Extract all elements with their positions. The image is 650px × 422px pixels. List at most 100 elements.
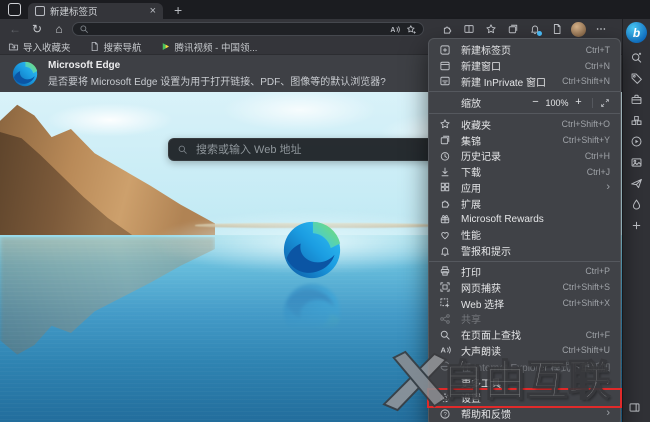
sidebar-toggle-button[interactable] [628,401,641,414]
tab-close-button[interactable]: × [147,6,159,17]
sidebar-send-button[interactable] [626,176,648,190]
bookmark-import-favorites[interactable]: 导入收藏夹 [8,40,71,54]
search-icon [177,144,188,155]
back-button[interactable]: ← [4,20,26,38]
capture-icon [439,281,453,293]
ellipsis-icon [595,23,607,35]
favorites-button[interactable] [480,20,501,38]
new-window-icon [439,60,453,72]
shortcut-label: Ctrl+P [585,266,610,276]
split-screen-button[interactable] [458,20,479,38]
search-icon [79,24,89,34]
sidebar-search-button[interactable] [626,50,648,64]
bookmark-label: 导入收藏夹 [23,40,71,54]
shortcut-label: Ctrl+N [585,61,610,71]
active-tab[interactable]: 新建标签页 × [28,3,163,19]
paper-plane-icon [630,177,643,190]
shortcut-label: Ctrl+Shift+Y [563,135,610,145]
menu-item-performance[interactable]: 性能 [429,227,620,243]
home-button[interactable]: ⌂ [48,20,70,38]
menu-item-ie-mode[interactable]: 在 Internet Explorer 模式下重新加载 [429,358,620,374]
shortcut-label: Ctrl+Shift+X [563,298,610,308]
menu-item-help-feedback[interactable]: ?帮助和反馈› [429,406,620,422]
more-menu: 新建标签页Ctrl+T新建窗口Ctrl+N新建 InPrivate 窗口Ctrl… [428,38,621,422]
bing-button[interactable]: b [626,22,647,43]
menu-item-apps[interactable]: 应用› [429,180,620,196]
collections-icon [507,23,519,35]
bookmark-tencent-video[interactable]: 腾讯视频 - 中国领... [160,40,258,54]
select-icon [439,297,453,309]
alerts-button[interactable] [524,20,545,38]
sidebar-media-button[interactable] [626,134,648,148]
shortcut-label: Ctrl+Shift+S [563,282,610,292]
add-favorite-icon[interactable] [406,24,417,35]
menu-item-find[interactable]: 在页面上查找Ctrl+F [429,327,620,343]
sidebar-designer-button[interactable] [626,197,648,211]
bookmark-label: 腾讯视频 - 中国领... [175,40,258,54]
browser-window: 新建标签页 × + ← ↻ ⌂ A 导入收藏夹 搜索导航 腾讯视频 - 中国领...… [0,0,650,422]
address-input[interactable] [89,23,389,35]
menu-item-read-aloud[interactable]: A大声朗读Ctrl+Shift+U [429,343,620,359]
read-aloud-icon[interactable]: A [389,24,400,35]
bookmark-search-nav[interactable]: 搜索导航 [89,40,142,54]
refresh-button[interactable]: ↻ [26,20,48,38]
zoom-out-button[interactable]: − [529,97,542,108]
zoom-level: 100% [544,98,570,108]
menu-item-new-inprivate[interactable]: 新建 InPrivate 窗口Ctrl+Shift+N [429,74,620,90]
tab-bar: 新建标签页 × + [0,0,650,19]
svg-text:A: A [390,26,395,33]
edge-sidebar: b [622,19,650,422]
gift-icon [439,213,453,225]
menu-item-downloads[interactable]: 下载Ctrl+J [429,164,620,180]
menu-item-more-tools[interactable]: 更多工具› [429,374,620,390]
menu-item-alerts-tips[interactable]: 警报和提示 [429,243,620,259]
briefcase-icon [630,93,643,106]
sidebar-photos-button[interactable] [626,155,648,169]
read-aloud-icon: A [439,344,453,356]
avatar [571,22,586,37]
notification-badge-icon [537,31,542,36]
bookmark-label: 搜索导航 [104,40,142,54]
ntp-search-box[interactable] [168,138,454,161]
tab-actions-button[interactable] [8,3,21,16]
menu-item-web-capture[interactable]: 网页捕获Ctrl+Shift+S [429,279,620,295]
menu-item-new-window[interactable]: 新建窗口Ctrl+N [429,58,620,74]
address-bar[interactable]: A [72,22,424,36]
history-icon [439,150,453,162]
share-icon [439,313,453,325]
menu-item-new-tab[interactable]: 新建标签页Ctrl+T [429,42,620,58]
menu-item-share[interactable]: 共享 [429,311,620,327]
play-badge-icon [160,41,171,52]
settings-more-button[interactable] [590,20,611,38]
heart-icon [439,229,453,241]
edge-logo-icon [12,61,38,87]
collections-button[interactable] [502,20,523,38]
browser-essentials-button[interactable] [546,20,567,38]
shortcut-label: Ctrl+T [586,45,610,55]
chevron-right-icon: › [606,182,610,193]
menu-item-history[interactable]: 历史记录Ctrl+H [429,148,620,164]
divider [592,98,593,108]
extensions-button[interactable] [436,20,457,38]
sidebar-games-button[interactable] [626,113,648,127]
split-icon [463,23,475,35]
sidebar-shopping-button[interactable] [626,71,648,85]
menu-item-extensions[interactable]: 扩展 [429,195,620,211]
menu-item-favorites[interactable]: 收藏夹Ctrl+Shift+O [429,116,620,132]
menu-item-settings[interactable]: 设置 [429,390,620,406]
fullscreen-icon[interactable] [600,98,610,108]
menu-item-web-select[interactable]: Web 选择Ctrl+Shift+X [429,295,620,311]
zoom-in-button[interactable]: + [572,97,585,108]
shortcut-label: Ctrl+F [586,330,610,340]
sidebar-customize-button[interactable] [626,218,648,232]
profile-button[interactable] [568,20,589,38]
menu-item-rewards[interactable]: Microsoft Rewards [429,211,620,227]
ntp-search-input[interactable] [194,143,445,157]
shortcut-label: Ctrl+Shift+O [562,119,610,129]
bell-icon [439,245,453,257]
menu-item-print[interactable]: 打印Ctrl+P [429,264,620,280]
sidebar-tools-button[interactable] [626,92,648,106]
download-icon [439,166,453,178]
new-tab-button[interactable]: + [171,3,185,17]
menu-item-collections[interactable]: 集锦Ctrl+Shift+Y [429,132,620,148]
